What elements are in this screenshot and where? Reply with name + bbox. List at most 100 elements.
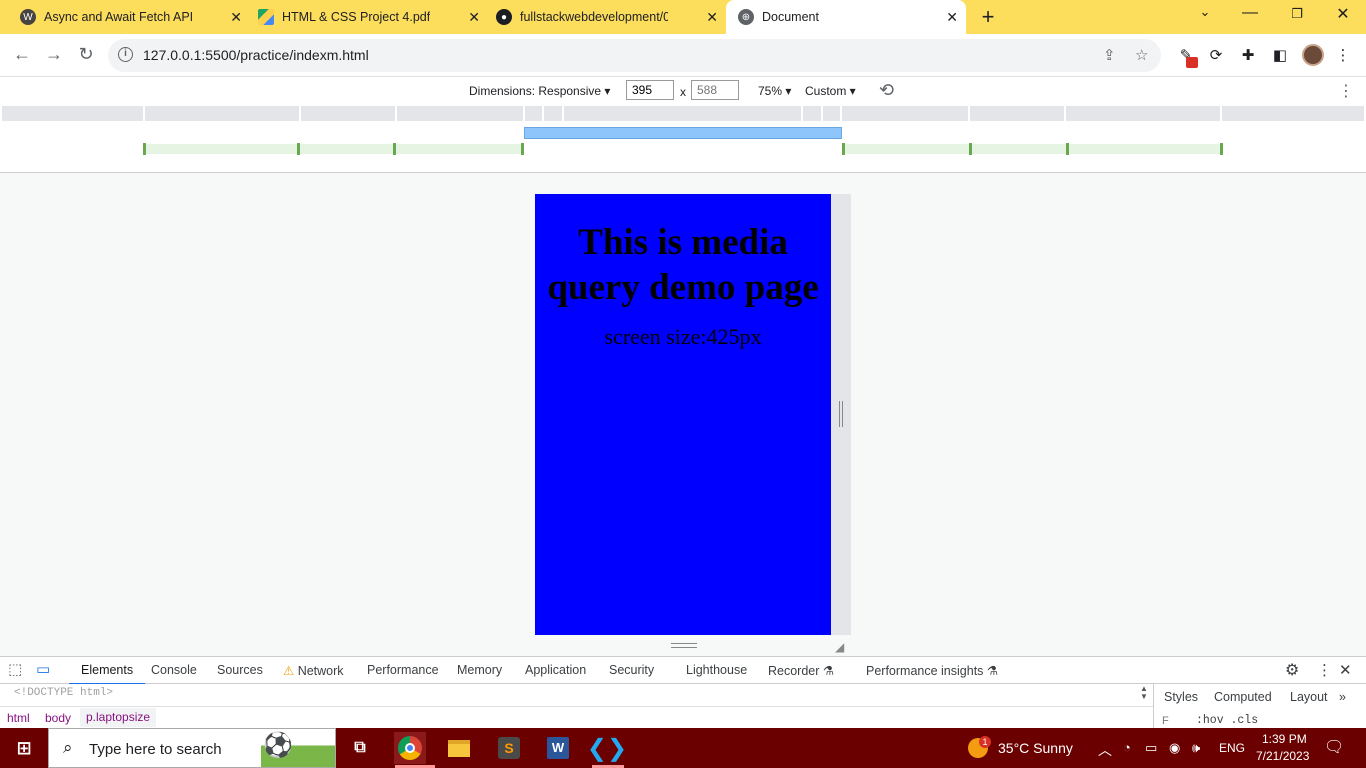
max-width-media-query-bar[interactable] <box>524 127 842 139</box>
min-width-media-query-bar[interactable] <box>145 144 523 154</box>
tab-async-await[interactable]: W Async and Await Fetch API - Full Stack… <box>0 0 250 34</box>
task-view-icon[interactable]: ⧉ <box>344 732 376 764</box>
tab-console[interactable]: Console <box>151 663 197 677</box>
vscode-icon[interactable]: ❮❯ <box>587 732 627 764</box>
breadcrumb-html[interactable]: html <box>7 711 30 725</box>
breakpoint-segment[interactable] <box>1066 106 1220 121</box>
profile-avatar[interactable] <box>1302 44 1324 66</box>
breakpoint-segment[interactable] <box>842 106 968 121</box>
minimize-button[interactable]: — <box>1236 4 1264 22</box>
breadcrumb-body[interactable]: body <box>45 711 71 725</box>
notifications-icon[interactable]: 🗨 <box>1324 737 1344 757</box>
weather-text[interactable]: 35°C Sunny <box>998 740 1073 756</box>
breakpoint-segment[interactable] <box>145 106 299 121</box>
globe-icon: ⊕ <box>738 9 754 25</box>
volume-icon[interactable]: 🕪 <box>1192 740 1200 756</box>
taskbar-search-box[interactable]: ⌕ Type here to search ⚽ <box>48 728 336 768</box>
breakpoint-segment[interactable] <box>1222 106 1364 121</box>
breakpoint-segment[interactable] <box>397 106 523 121</box>
tab-styles[interactable]: Styles <box>1164 690 1198 704</box>
breadcrumb-p-laptopsize[interactable]: p.laptopsize <box>80 708 157 727</box>
corner-resize-icon[interactable]: ◢ <box>835 640 844 654</box>
puzzle-extensions-icon[interactable]: ✚ <box>1238 46 1258 64</box>
site-info-icon[interactable]: i <box>118 47 133 62</box>
tab-search-icon[interactable]: ⌄ <box>1191 4 1219 20</box>
device-options-icon[interactable]: ⋮ <box>1338 81 1354 101</box>
clock-time[interactable]: 1:39 PM <box>1262 732 1307 746</box>
tab-lighthouse[interactable]: Lighthouse <box>686 663 747 677</box>
file-explorer-icon[interactable] <box>443 732 475 764</box>
url-text[interactable]: 127.0.0.1:5500/practice/indexm.html <box>143 47 369 63</box>
tab-performance-insights[interactable]: Performance insights ⚗ <box>866 663 998 678</box>
throttle-dropdown[interactable]: Custom ▾ <box>805 84 856 98</box>
close-window-button[interactable]: ✕ <box>1329 4 1357 24</box>
settings-gear-icon[interactable]: ⚙ <box>1285 660 1299 680</box>
styles-pane: Styles Computed Layout » F :hov .cls <box>1153 684 1366 728</box>
breakpoint-segment[interactable] <box>564 106 801 121</box>
reload-icon[interactable]: ↻ <box>75 44 97 65</box>
word-icon[interactable]: W <box>542 732 574 764</box>
tab-computed[interactable]: Computed <box>1214 690 1272 704</box>
rotate-icon[interactable]: ⟲ <box>879 80 894 101</box>
more-tabs-icon[interactable]: » <box>1339 690 1346 704</box>
dimensions-dropdown[interactable]: Dimensions: Responsive ▾ <box>469 84 610 98</box>
meet-now-icon[interactable]: ◉ <box>1169 740 1180 756</box>
forward-icon[interactable]: → <box>43 44 65 65</box>
tab-performance[interactable]: Performance <box>367 663 439 677</box>
clock-date[interactable]: 7/21/2023 <box>1256 749 1309 763</box>
zoom-label: 75% <box>758 84 783 98</box>
height-input[interactable] <box>691 80 739 100</box>
breakpoint-segment[interactable] <box>301 106 395 121</box>
doctype-node[interactable]: <!DOCTYPE html> <box>14 687 113 699</box>
chrome-taskbar-icon[interactable] <box>394 732 426 764</box>
breakpoint-segment[interactable] <box>544 106 562 121</box>
width-input[interactable] <box>626 80 674 100</box>
min-width-media-query-bar[interactable] <box>843 144 1221 154</box>
battery-icon[interactable]: ▭ <box>1145 740 1157 756</box>
scroll-arrows-icon[interactable]: ▲ ▼ <box>1140 685 1148 701</box>
flask-icon: ⚗ <box>986 664 999 678</box>
tab-sources[interactable]: Sources <box>217 663 263 677</box>
tab-network[interactable]: ⚠ Network <box>283 663 344 678</box>
breakpoint-segment[interactable] <box>823 106 840 121</box>
hov-cls-toggles[interactable]: :hov .cls <box>1196 714 1258 727</box>
inspect-element-icon[interactable]: ⬚ <box>8 660 22 678</box>
breakpoint-segment[interactable] <box>2 106 143 121</box>
breakpoint-segment[interactable] <box>525 106 542 121</box>
bottom-resize-grip-icon[interactable] <box>671 643 697 648</box>
sublime-text-icon[interactable]: S <box>493 732 525 764</box>
devtools-menu-icon[interactable]: ⋮ <box>1317 661 1332 679</box>
bookmark-star-icon[interactable]: ☆ <box>1135 46 1148 64</box>
breakpoint-segment[interactable] <box>803 106 821 121</box>
extension-icon[interactable]: ⟳ <box>1206 46 1226 64</box>
tab-google-drive[interactable]: HTML & CSS Project 4.pdf - Google Drive … <box>238 0 488 34</box>
resize-grip-icon[interactable] <box>839 401 843 427</box>
language-indicator[interactable]: ENG <box>1219 741 1245 755</box>
tab-security[interactable]: Security <box>609 663 654 677</box>
device-toggle-icon[interactable]: ▭ <box>36 660 50 678</box>
filter-input[interactable]: F <box>1162 715 1169 727</box>
browser-toolbar: ← → ↻ i 127.0.0.1:5500/practice/indexm.h… <box>0 34 1366 77</box>
back-icon[interactable]: ← <box>11 44 33 65</box>
breakpoint-segment[interactable] <box>970 106 1064 121</box>
tab-memory[interactable]: Memory <box>457 663 502 677</box>
address-bar[interactable]: i 127.0.0.1:5500/practice/indexm.html ⇪ … <box>108 39 1161 72</box>
network-wifi-icon[interactable]: ◔ <box>1123 740 1131 755</box>
show-hidden-icons-chevron-icon[interactable]: ︿ <box>1098 740 1112 760</box>
close-tab-icon[interactable]: ✕ <box>706 9 718 25</box>
tab-elements[interactable]: Elements <box>68 663 146 685</box>
windows-start-icon[interactable]: ⊞ <box>8 732 40 764</box>
restore-button[interactable]: ❐ <box>1283 6 1311 22</box>
tab-document[interactable]: ⊕ Document ✕ <box>726 0 966 34</box>
new-tab-button[interactable]: + <box>976 4 1000 30</box>
tab-recorder[interactable]: Recorder ⚗ <box>768 663 834 678</box>
zoom-dropdown[interactable]: 75% ▾ <box>758 84 791 98</box>
menu-kebab-icon[interactable]: ⋮ <box>1333 46 1353 64</box>
tab-layout[interactable]: Layout <box>1290 690 1328 704</box>
share-icon[interactable]: ⇪ <box>1103 46 1116 64</box>
tab-github[interactable]: ● fullstackwebdevelopment/09 Feb ✕ <box>476 0 726 34</box>
tab-application[interactable]: Application <box>525 663 586 677</box>
close-devtools-icon[interactable]: ✕ <box>1339 661 1352 679</box>
close-tab-icon[interactable]: ✕ <box>946 9 958 25</box>
side-panel-icon[interactable]: ◧ <box>1270 46 1290 64</box>
